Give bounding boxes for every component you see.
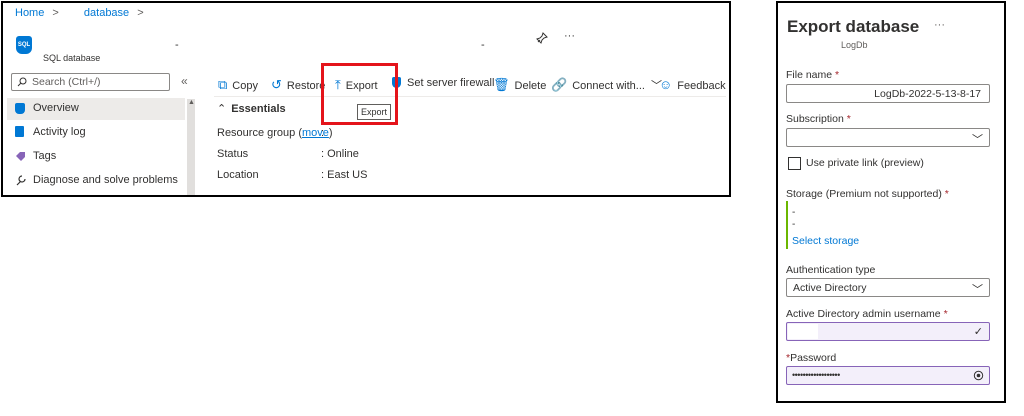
password-value: •••••••••••••••••• xyxy=(792,370,840,380)
export-database-panel: Export database ··· LogDb File name * Lo… xyxy=(776,1,1006,403)
file-name-label: File name * xyxy=(786,69,840,81)
breadcrumb: Home > database > xyxy=(15,7,144,19)
status-value: : Online xyxy=(321,148,359,160)
essentials-toggle[interactable]: ⌃ Essentials xyxy=(217,102,286,115)
sidebar-item-activity-log[interactable]: Activity log xyxy=(7,122,185,144)
sidebar-item-diagnose[interactable]: Diagnose and solve problems xyxy=(7,170,185,192)
sidebar-item-tags[interactable]: Tags xyxy=(7,146,185,168)
breadcrumb-database[interactable]: database xyxy=(84,7,129,19)
sidebar-item-label: Activity log xyxy=(33,126,86,138)
location-label: Location xyxy=(217,169,259,181)
scroll-up-icon[interactable]: ▲ xyxy=(188,99,195,106)
status-label: Status xyxy=(217,148,249,160)
more-options-icon[interactable]: ··· xyxy=(934,19,945,31)
move-link[interactable]: move xyxy=(302,127,329,139)
storage-label: Storage (Premium not supported) * xyxy=(786,188,949,200)
feedback-button[interactable]: ☺ Feedback xyxy=(659,77,726,92)
storage-line: - xyxy=(792,207,796,218)
restore-icon: ↺ xyxy=(271,77,282,92)
feedback-icon: ☺ xyxy=(659,77,673,92)
breadcrumb-home[interactable]: Home xyxy=(15,7,44,19)
connect-icon: 🔗 xyxy=(551,77,568,92)
sidebar-scrollbar[interactable] xyxy=(187,99,195,195)
set-server-firewall-button[interactable]: Set server firewall xyxy=(392,77,494,89)
copy-button[interactable]: ⧉ Copy xyxy=(218,77,258,93)
admin-username-label: Active Directory admin username * xyxy=(786,308,948,320)
chevron-down-icon: ﹀ xyxy=(972,284,983,296)
subscription-label: Subscription * xyxy=(786,113,851,125)
panel-subtitle: LogDb xyxy=(841,40,868,50)
authentication-type-label: Authentication type xyxy=(786,264,876,276)
resource-group-label: Resource group (move) xyxy=(217,127,333,139)
chevron-up-icon: ⌃ xyxy=(217,103,227,115)
wrench-icon xyxy=(16,175,26,186)
resource-type-label: SQL database xyxy=(43,53,101,63)
authentication-type-dropdown[interactable]: Active Directory ﹀ xyxy=(786,278,990,297)
private-link-checkbox[interactable] xyxy=(788,157,801,170)
storage-line: - xyxy=(792,219,796,230)
admin-username-field[interactable]: ✓ xyxy=(786,322,990,341)
trash-icon: 🗑 xyxy=(493,77,510,92)
checkmark-icon: ✓ xyxy=(973,326,983,338)
delete-button[interactable]: 🗑 Delete xyxy=(493,77,546,93)
storage-status-bar xyxy=(786,201,788,249)
search-placeholder: Search (Ctrl+/) xyxy=(32,76,101,88)
sql-database-icon: SQL xyxy=(16,36,32,54)
sql-icon xyxy=(15,103,25,114)
password-field[interactable]: •••••••••••••••••• xyxy=(786,366,990,385)
select-storage-link[interactable]: Select storage xyxy=(792,235,859,247)
subscription-dropdown[interactable]: ﹀ xyxy=(786,128,990,147)
tag-icon xyxy=(16,152,25,161)
copy-icon: ⧉ xyxy=(218,77,228,92)
breadcrumb-separator: > xyxy=(52,7,59,19)
resource-name-mark: - xyxy=(481,39,485,51)
sidebar-item-overview[interactable]: Overview xyxy=(7,98,185,120)
admin-username-value xyxy=(788,324,818,339)
breadcrumb-separator: > xyxy=(137,7,144,19)
chevron-down-icon: ﹀ xyxy=(972,134,983,146)
password-label: *Password xyxy=(786,352,837,364)
authentication-type-value: Active Directory xyxy=(793,282,867,294)
search-icon xyxy=(17,77,27,87)
reveal-password-icon[interactable] xyxy=(973,370,984,381)
toolbar-divider xyxy=(214,96,726,97)
private-link-label: Use private link (preview) xyxy=(806,157,924,169)
file-name-field[interactable]: LogDb-2022-5-13-8-17 xyxy=(786,84,990,103)
restore-button[interactable]: ↺ Restore xyxy=(271,77,325,93)
sidebar-search-input[interactable]: Search (Ctrl+/) xyxy=(11,73,170,91)
sidebar-item-label: Tags xyxy=(33,150,57,162)
sidebar-item-label: Diagnose and solve problems xyxy=(33,174,178,186)
location-value: : East US xyxy=(321,169,368,181)
more-options-icon[interactable]: ··· xyxy=(564,30,575,42)
activity-log-icon xyxy=(15,126,24,137)
panel-title: Export database xyxy=(787,17,920,36)
resource-group-value: : xyxy=(321,127,325,139)
sidebar-item-label: Overview xyxy=(33,102,79,114)
resource-name-mark: - xyxy=(175,39,179,51)
connect-with-button[interactable]: 🔗 Connect with... ﹀ xyxy=(551,77,662,93)
pin-icon[interactable] xyxy=(536,32,548,47)
file-name-value: LogDb-2022-5-13-8-17 xyxy=(874,88,981,100)
export-highlight-box xyxy=(321,63,398,125)
collapse-sidebar-icon[interactable]: « xyxy=(181,74,188,88)
